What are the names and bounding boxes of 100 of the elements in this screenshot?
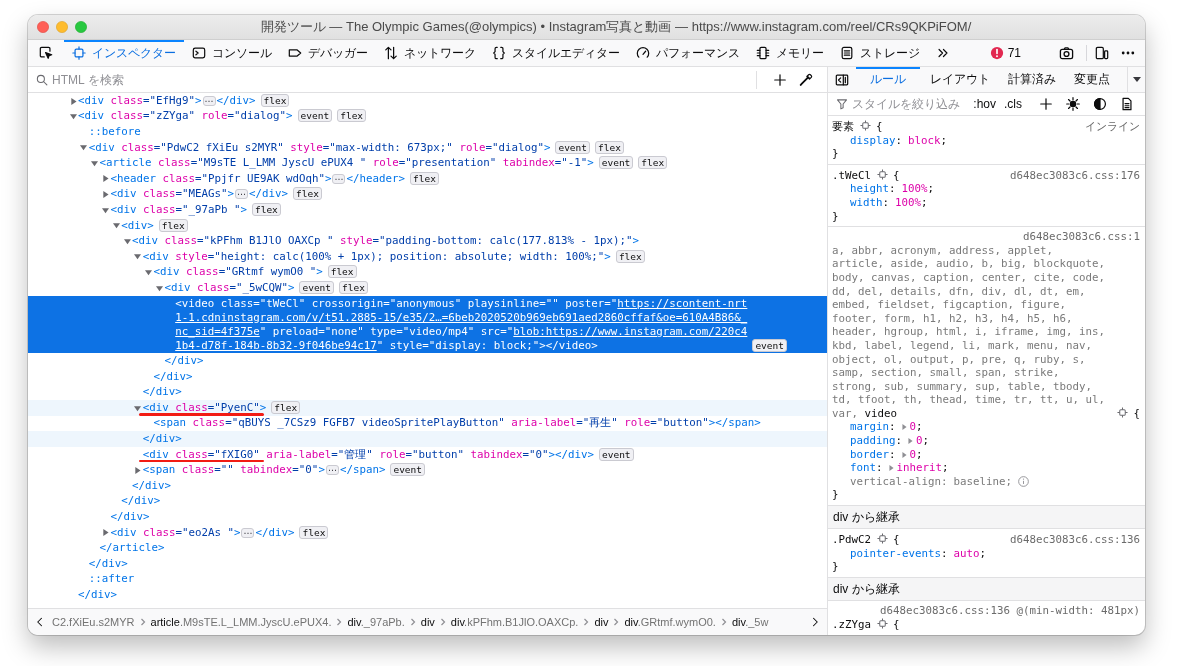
caret-down-icon[interactable]	[101, 206, 109, 214]
node-badge[interactable]: event	[299, 280, 335, 294]
caret-down-icon[interactable]	[112, 222, 120, 230]
node-badge[interactable]: flex	[595, 140, 624, 154]
css-value[interactable]: 100%;	[895, 195, 928, 209]
css-property[interactable]: margin:	[850, 420, 896, 434]
tree-row[interactable]: <div class="PyenC"> flex	[28, 400, 827, 416]
caret-right-icon[interactable]	[134, 466, 142, 474]
caret-right-icon[interactable]	[101, 191, 109, 199]
toolbar-tab[interactable]: スタイルエディター	[484, 40, 628, 66]
error-icon[interactable]	[989, 46, 1004, 60]
caret-right-icon[interactable]	[888, 464, 894, 473]
caret-down-icon[interactable]	[69, 113, 77, 121]
window-close-icon[interactable]	[37, 21, 49, 33]
css-value[interactable]: baseline;	[953, 474, 1013, 488]
ellipsis-button[interactable]: ⋯	[234, 189, 248, 200]
rule-source[interactable]: インライン	[1077, 120, 1140, 134]
node-badge[interactable]: flex	[638, 156, 668, 170]
breadcrumb-item[interactable]: C2.fXiEu.s2MYR	[49, 616, 138, 628]
toolbar-tab[interactable]: ストレージ	[832, 40, 928, 66]
node-badge[interactable]: flex	[299, 525, 329, 539]
breadcrumb-item[interactable]: div._5w	[728, 616, 772, 628]
css-property[interactable]: font:	[850, 461, 883, 475]
breadcrumb-item[interactable]: div	[417, 616, 438, 628]
pseudo-toggle-button[interactable]: .cls	[1000, 97, 1026, 111]
toolbar-tab[interactable]: メモリー	[748, 40, 832, 66]
caret-right-icon[interactable]	[101, 529, 109, 537]
node-badge[interactable]: flex	[292, 187, 322, 201]
caret-down-icon[interactable]	[80, 144, 88, 152]
rule-source[interactable]: d648ec3083c6.css:136	[1002, 533, 1140, 547]
caret-down-icon[interactable]	[91, 159, 99, 167]
toolbar-tab[interactable]: デバッガー	[280, 40, 376, 66]
pseudo-toggle-button[interactable]: :hov	[969, 97, 1000, 111]
css-value[interactable]: 0;	[909, 447, 923, 461]
css-property[interactable]: display:	[850, 133, 903, 147]
half-filled-circle-icon[interactable]	[1093, 97, 1107, 111]
css-value[interactable]: 0;	[916, 434, 930, 448]
document-icon[interactable]	[1120, 97, 1134, 111]
error-count[interactable]: 71	[1007, 46, 1021, 60]
caret-right-icon[interactable]	[901, 450, 907, 459]
caret-right-icon[interactable]	[908, 437, 914, 446]
caret-right-icon[interactable]	[101, 175, 109, 183]
caret-down-icon[interactable]	[1132, 76, 1141, 83]
node-badge[interactable]: event	[297, 109, 333, 123]
caret-down-icon[interactable]	[123, 237, 131, 245]
node-badge[interactable]: event	[598, 447, 634, 461]
crosshair-icon[interactable]	[1117, 406, 1129, 418]
css-value[interactable]: 0;	[909, 420, 923, 434]
double-chevron-icon[interactable]	[936, 46, 950, 60]
caret-down-icon[interactable]	[134, 253, 142, 261]
caret-down-icon[interactable]	[145, 269, 153, 277]
ellipsis-button[interactable]: ⋯	[325, 465, 339, 476]
css-property[interactable]: border:	[850, 447, 896, 461]
node-badge[interactable]: flex	[409, 171, 439, 185]
toolbar-tab[interactable]: コンソール	[184, 40, 280, 66]
node-badge[interactable]: event	[555, 140, 591, 154]
tree-row[interactable]	[28, 295, 827, 354]
css-value[interactable]: block;	[908, 133, 948, 147]
node-badge[interactable]: event	[752, 338, 787, 352]
node-badge[interactable]: flex	[327, 265, 357, 279]
breadcrumb-item[interactable]: div.GRtmf.wymO0.	[621, 616, 719, 628]
rule-source[interactable]: d648ec3083c6.css:176	[1002, 168, 1140, 183]
plus-icon[interactable]	[1039, 97, 1053, 111]
search-field[interactable]: HTML を検索	[52, 70, 756, 89]
node-badge[interactable]: flex	[615, 249, 645, 263]
css-value[interactable]: inherit;	[896, 461, 949, 475]
breadcrumb-item[interactable]: div._97aPb.	[344, 616, 408, 628]
node-badge[interactable]: flex	[251, 202, 281, 216]
crosshair-icon[interactable]	[877, 168, 888, 180]
css-property[interactable]: height:	[850, 182, 896, 196]
ellipsis-button[interactable]: ⋯	[202, 95, 216, 106]
rule-source[interactable]: d648ec3083c6.css:136 @(min-width: 481px)	[872, 603, 1140, 618]
rule-source[interactable]: d648ec3083c6.css:1	[1015, 230, 1140, 244]
sidebar-tab[interactable]: ルール	[856, 67, 920, 92]
node-badge[interactable]: flex	[337, 109, 367, 123]
plus-icon[interactable]	[773, 72, 787, 87]
node-badge[interactable]: flex	[271, 400, 301, 414]
filter-field[interactable]: スタイルを絞り込み	[852, 95, 970, 113]
caret-down-icon[interactable]	[155, 284, 163, 292]
css-value[interactable]: 100%;	[901, 182, 935, 196]
sidebar-tab[interactable]: 変更点	[1066, 67, 1118, 92]
css-value[interactable]: auto;	[953, 546, 987, 560]
pointer-box-icon[interactable]	[39, 46, 53, 60]
camera-icon[interactable]	[1059, 45, 1074, 61]
caret-down-icon[interactable]	[134, 404, 142, 412]
toolbar-tab[interactable]: インスペクター	[64, 40, 184, 66]
node-badge[interactable]: flex	[260, 93, 290, 107]
ellipsis-button[interactable]: ⋯	[332, 173, 346, 184]
sidebar-tab[interactable]: 計算済み	[1000, 67, 1064, 92]
sun-icon[interactable]	[1066, 97, 1080, 111]
css-property[interactable]: width:	[850, 195, 890, 209]
ellipsis-button[interactable]: ⋯	[241, 527, 255, 538]
css-property[interactable]: padding:	[850, 434, 903, 448]
css-property[interactable]: vertical-align:	[850, 474, 948, 488]
toolbar-tab[interactable]: パフォーマンス	[628, 40, 748, 66]
toolbar-tab[interactable]: ネットワーク	[376, 40, 484, 66]
css-property[interactable]: pointer-events:	[850, 546, 948, 560]
caret-right-icon[interactable]	[901, 423, 907, 432]
tree-row[interactable]: </div>	[28, 431, 827, 447]
eyedropper-icon[interactable]	[799, 72, 813, 87]
